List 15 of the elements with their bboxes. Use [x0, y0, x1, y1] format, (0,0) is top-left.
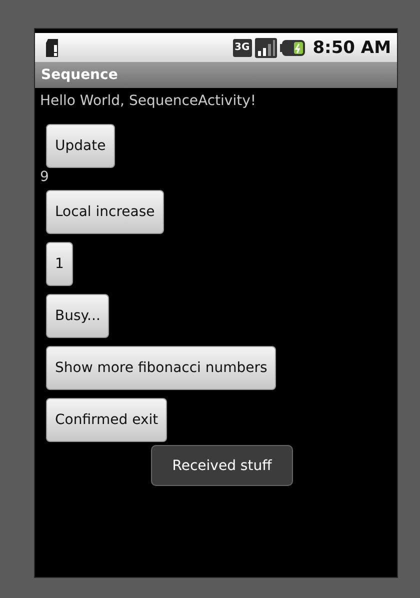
- battery-charging-icon: [280, 38, 306, 56]
- action-button[interactable]: Show more fibonacci numbers: [46, 346, 276, 390]
- action-button[interactable]: Local increase: [46, 190, 164, 234]
- action-button[interactable]: 1: [46, 242, 73, 286]
- toast-message: Received stuff: [151, 445, 293, 486]
- action-button[interactable]: Busy...: [46, 294, 110, 338]
- clock-time: 8:50 AM: [312, 38, 391, 58]
- text-label: Hello World, SequenceActivity!: [40, 92, 256, 110]
- app-title: Sequence: [41, 67, 118, 83]
- network-type-icon: 3G: [232, 38, 252, 56]
- action-button[interactable]: Confirmed exit: [46, 398, 168, 442]
- text-label: 9: [40, 168, 49, 186]
- action-button[interactable]: Update: [46, 124, 115, 168]
- signal-icon: [254, 38, 277, 58]
- sd-card-alert-icon: [45, 38, 59, 58]
